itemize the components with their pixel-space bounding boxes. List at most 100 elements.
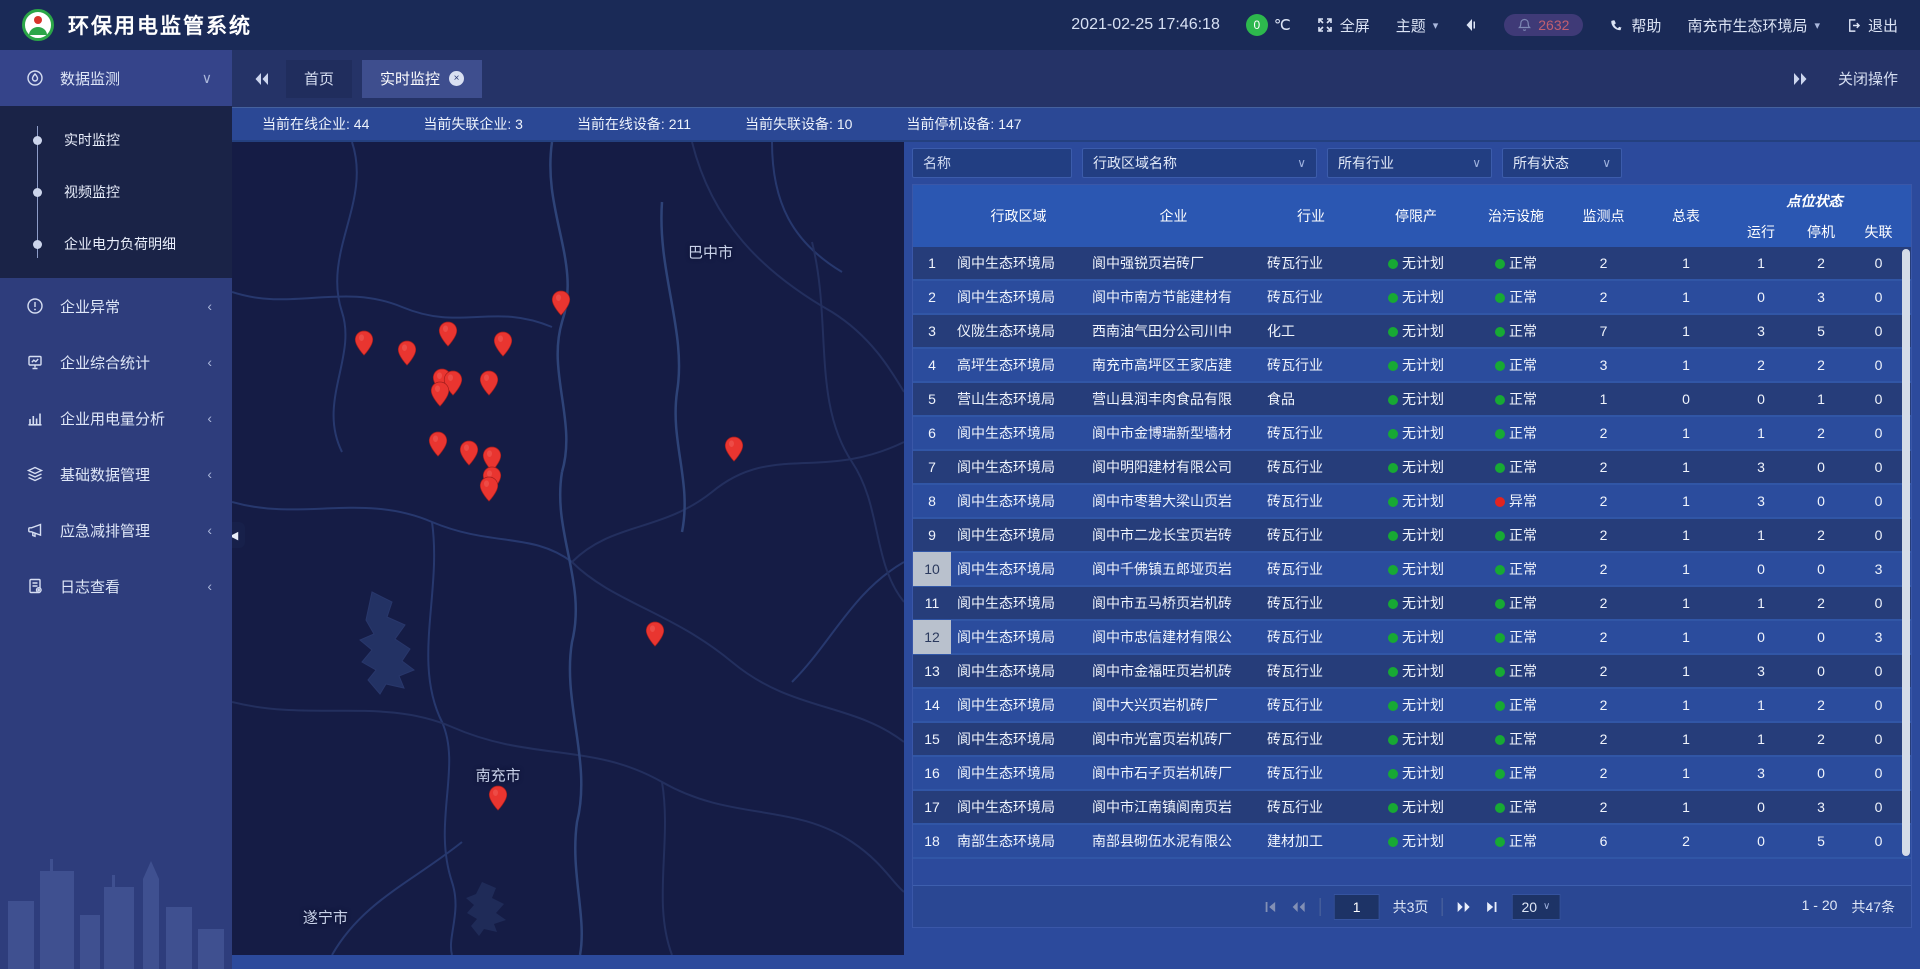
row-index-cell: 5 [913,382,951,416]
row-monitor-points: 2 [1561,595,1646,611]
row-monitor-points: 1 [1561,391,1646,407]
table-row[interactable]: 1阆中生态环境局阆中强锐页岩砖厂砖瓦行业无计划正常21120 [913,247,1911,281]
temperature: 0 ℃ [1246,14,1291,36]
table-row[interactable]: 12阆中生态环境局阆中市忠信建材有限公砖瓦行业无计划正常21003 [913,621,1911,655]
industry-filter-select[interactable]: 所有行业 ∨ [1327,148,1492,178]
table-scrollbar-thumb[interactable] [1902,249,1910,856]
map-pin[interactable] [645,621,665,648]
tabs-scroll-right-button[interactable] [1786,68,1814,90]
table-row[interactable]: 6阆中生态环境局阆中市金博瑞新型墙材砖瓦行业无计划正常21120 [913,417,1911,451]
tab[interactable]: 首页 [286,60,352,98]
table-scrollbar[interactable] [1902,249,1910,881]
tab[interactable]: 实时监控× [362,60,482,98]
row-stop-status-label: 无计划 [1402,561,1444,577]
row-facility-status: 正常 [1471,253,1561,273]
row-company: 阆中市二龙长宝页岩砖 [1086,525,1261,545]
map-pin[interactable] [493,331,513,358]
close-operations-button[interactable]: 关闭操作 [1838,68,1898,89]
table-row[interactable]: 3仪陇生态环境局西南油气田分公司川中化工无计划正常71350 [913,315,1911,349]
tabs-scroll-left-button[interactable] [248,68,276,90]
map-pin[interactable] [397,340,417,367]
table-row[interactable]: 9阆中生态环境局阆中市二龙长宝页岩砖砖瓦行业无计划正常21120 [913,519,1911,553]
last-page-button[interactable] [1484,900,1498,914]
row-stopped: 2 [1796,731,1846,747]
row-stop-status-label: 无计划 [1402,289,1444,305]
status-filter-select[interactable]: 所有状态 ∨ [1502,148,1622,178]
table-row[interactable]: 13阆中生态环境局阆中市金福旺页岩机砖砖瓦行业无计划正常21300 [913,655,1911,689]
next-page-button[interactable] [1455,900,1471,914]
org-label: 南充市生态环境局 [1687,15,1807,36]
status-dot-green [1495,293,1505,303]
sidebar-item-enterprise-abnormal[interactable]: 企业异常‹ [0,278,232,334]
map-pin[interactable] [354,330,374,357]
status-dot-green [1495,361,1505,371]
sidebar-subitem[interactable]: 企业电力负荷明细 [0,218,232,270]
logout-button[interactable]: 退出 [1846,15,1898,36]
row-stopped: 5 [1796,833,1846,849]
notification-badge[interactable]: 2632 [1504,14,1583,36]
row-total-meters: 2 [1646,833,1726,849]
sidebar-subitem[interactable]: 视频监控 [0,166,232,218]
map-pin[interactable] [479,476,499,503]
sidebar-subitem[interactable]: 实时监控 [0,114,232,166]
page-size-select[interactable]: 20 ∨ [1511,894,1560,920]
row-facility-status: 正常 [1471,797,1561,817]
sidebar-item-data-monitoring[interactable]: 数据监测∨ [0,50,232,106]
table-row[interactable]: 16阆中生态环境局阆中市石子页岩机砖厂砖瓦行业无计划正常21300 [913,757,1911,791]
table-row[interactable]: 10阆中生态环境局阆中千佛镇五郎垭页岩砖瓦行业无计划正常21003 [913,553,1911,587]
row-company: 阆中市忠信建材有限公 [1086,627,1261,647]
chevron-left-icon: ‹ [207,410,212,426]
row-total-meters: 1 [1646,697,1726,713]
status-dot-green [1388,735,1398,745]
table-row[interactable]: 17阆中生态环境局阆中市江南镇阆南页岩砖瓦行业无计划正常21030 [913,791,1911,825]
table-row[interactable]: 5营山生态环境局营山县润丰肉食品有限食品无计划正常10010 [913,383,1911,417]
table-row[interactable]: 15阆中生态环境局阆中市光富页岩机砖厂砖瓦行业无计划正常21120 [913,723,1911,757]
stat-value: 44 [354,116,370,132]
sidebar-item-emergency[interactable]: 应急减排管理‹ [0,502,232,558]
first-page-button[interactable] [1264,900,1278,914]
row-stopped: 2 [1796,527,1846,543]
help-button[interactable]: 帮助 [1609,15,1661,36]
chevron-left-icon: ‹ [207,466,212,482]
row-industry: 砖瓦行业 [1261,729,1361,749]
status-dot-green [1388,837,1398,847]
logs-icon [26,577,46,595]
row-total-meters: 1 [1646,527,1726,543]
brand: 环保用电监管系统 [22,9,252,41]
sound-button[interactable] [1464,18,1478,32]
region-filter-select[interactable]: 行政区域名称 ∨ [1082,148,1317,178]
stat-item: 当前失联企业: 3 [423,114,523,134]
map-pin[interactable] [488,785,508,812]
row-stopped: 0 [1796,561,1846,577]
map-pin[interactable] [551,290,571,317]
table-row[interactable]: 2阆中生态环境局阆中市南方节能建材有砖瓦行业无计划正常21030 [913,281,1911,315]
row-industry: 砖瓦行业 [1261,661,1361,681]
table-row[interactable]: 18南部生态环境局南部县砌伍水泥有限公建材加工无计划正常62050 [913,825,1911,859]
sidebar-item-base-data[interactable]: 基础数据管理‹ [0,446,232,502]
table-row[interactable]: 14阆中生态环境局阆中大兴页岩机砖厂砖瓦行业无计划正常21120 [913,689,1911,723]
table-row[interactable]: 8阆中生态环境局阆中市枣碧大梁山页岩砖瓦行业无计划异常21300 [913,485,1911,519]
map-pin[interactable] [479,370,499,397]
org-menu[interactable]: 南充市生态环境局 ▾ [1687,15,1820,36]
sidebar-item-power-analysis[interactable]: 企业用电量分析‹ [0,390,232,446]
map-pin[interactable] [438,321,458,348]
tab-close-icon[interactable]: × [449,71,464,86]
prev-page-button[interactable] [1291,900,1307,914]
map-collapse-button[interactable]: ◀ [232,522,245,548]
column-header: 行政区域 [951,206,1086,226]
map-pin[interactable] [459,440,479,467]
table-row[interactable]: 11阆中生态环境局阆中市五马桥页岩机砖砖瓦行业无计划正常21120 [913,587,1911,621]
map-pin[interactable] [724,436,744,463]
page-number-input[interactable] [1334,894,1380,920]
table-row[interactable]: 7阆中生态环境局阆中明阳建材有限公司砖瓦行业无计划正常21300 [913,451,1911,485]
sidebar-item-logs[interactable]: 日志查看‹ [0,558,232,614]
theme-menu[interactable]: 主题 ▾ [1396,15,1439,36]
name-filter-input[interactable] [912,148,1072,178]
map-pin[interactable] [430,381,450,408]
table-row[interactable]: 4高坪生态环境局南充市高坪区王家店建砖瓦行业无计划正常31220 [913,349,1911,383]
row-index-cell: 8 [913,484,951,518]
sidebar-item-enterprise-stats[interactable]: 企业综合统计‹ [0,334,232,390]
fullscreen-button[interactable]: 全屏 [1317,15,1370,36]
map-panel[interactable]: 巴中市南充市遂宁市 ◀ [232,142,904,955]
map-pin[interactable] [428,431,448,458]
